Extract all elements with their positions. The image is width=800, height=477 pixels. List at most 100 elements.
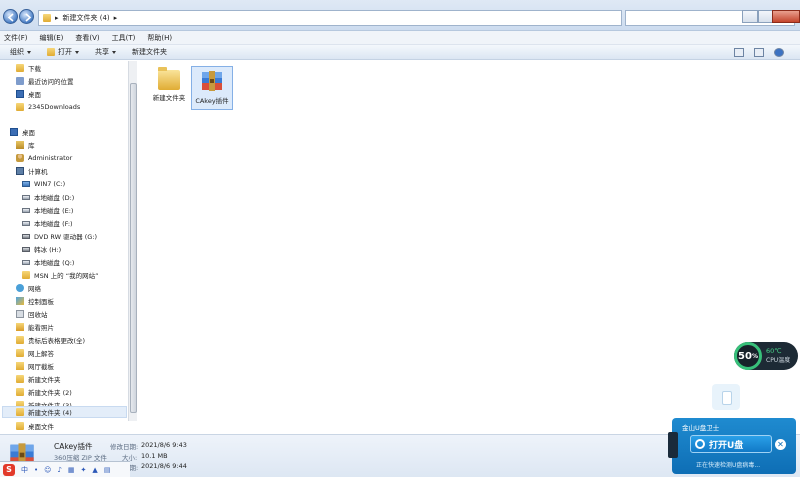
- nav-label: 桌面: [28, 91, 41, 99]
- nav-label: 计算机: [28, 168, 48, 176]
- ime-emoji-icon[interactable]: ☺: [44, 466, 51, 474]
- nav-computer[interactable]: 计算机: [16, 165, 48, 177]
- forward-button[interactable]: [19, 9, 34, 24]
- nav-administrator[interactable]: Administrator: [16, 152, 72, 164]
- ime-toolbar: S 中 • ☺ ♪ ▦ ✦ ▲ ▤: [0, 461, 130, 477]
- nav-new-folder[interactable]: 新建文件夹: [16, 373, 61, 385]
- hard-drive-icon: [22, 207, 30, 213]
- back-button[interactable]: [3, 9, 18, 24]
- control-panel-icon: [16, 297, 24, 305]
- command-bar: 组织 打开 共享 新建文件夹: [0, 45, 800, 60]
- nav-2345downloads[interactable]: 2345Downloads: [16, 101, 80, 113]
- nav-label: 能看照片: [28, 324, 54, 332]
- download-folder-icon: [16, 64, 24, 72]
- ime-language[interactable]: 中: [21, 465, 28, 475]
- nav-label: 网厅截板: [28, 363, 54, 371]
- nav-drive-q[interactable]: 本地磁盘 (Q:): [22, 256, 74, 268]
- usb-guard-popup: 金山U盘卫士 打开U盘 ✕ 正在快速检测U盘病毒...: [668, 418, 796, 474]
- address-path[interactable]: 新建文件夹 (4): [63, 13, 110, 23]
- nav-label: 网上解答: [28, 350, 54, 358]
- ime-menu-icon[interactable]: ▤: [104, 466, 111, 474]
- new-folder-button[interactable]: 新建文件夹: [132, 47, 167, 57]
- sogou-logo-icon[interactable]: S: [3, 463, 15, 476]
- nav-drive-f[interactable]: 本地磁盘 (F:): [22, 217, 73, 229]
- minimize-button[interactable]: [742, 10, 758, 23]
- view-options-icon[interactable]: [734, 48, 744, 57]
- cpu-usage-unit: %: [751, 352, 758, 360]
- folder-icon: [16, 422, 24, 430]
- nav-drive-d[interactable]: 本地磁盘 (D:): [22, 191, 74, 203]
- menu-file[interactable]: 文件(F): [4, 33, 28, 43]
- nav-drive-e[interactable]: 本地磁盘 (E:): [22, 204, 73, 216]
- address-separator-end: ▸: [113, 14, 118, 22]
- nav-network[interactable]: 网络: [16, 282, 41, 294]
- popup-status: 正在快速检测U盘病毒...: [696, 462, 761, 469]
- menu-help[interactable]: 帮助(H): [147, 33, 172, 43]
- nav-downloads[interactable]: 下载: [16, 62, 41, 74]
- organize-button[interactable]: 组织: [10, 47, 31, 57]
- nav-label: 桌面文件: [28, 423, 54, 431]
- nav-folder-photos[interactable]: 能看照片: [16, 321, 54, 333]
- menu-bar: 文件(F) 编辑(E) 查看(V) 工具(T) 帮助(H): [0, 31, 800, 45]
- scrollbar-thumb[interactable]: [130, 83, 137, 413]
- detail-name: CAkey插件: [54, 442, 93, 451]
- nav-desktop-root[interactable]: 桌面: [10, 126, 35, 138]
- ime-toolbox-icon[interactable]: ✦: [81, 466, 87, 474]
- file-item-folder[interactable]: 新建文件夹: [148, 66, 190, 110]
- folder-icon: [22, 271, 30, 279]
- nav-label: 新建文件夹 (2): [28, 389, 72, 397]
- menu-tools[interactable]: 工具(T): [112, 33, 136, 43]
- nav-folder-answers[interactable]: 网上解答: [16, 347, 54, 359]
- usb-plug-icon: [668, 432, 678, 458]
- menu-view[interactable]: 查看(V): [75, 33, 99, 43]
- ime-voice-icon[interactable]: ♪: [57, 466, 61, 474]
- nav-new-folder-4[interactable]: 新建文件夹 (4): [2, 406, 127, 418]
- nav-label: 新建文件夹: [28, 376, 61, 384]
- desktop-icon: [16, 90, 24, 98]
- share-label: 共享: [95, 48, 109, 56]
- folder-icon: [16, 323, 24, 331]
- folder-icon: [16, 103, 24, 111]
- nav-drive-c[interactable]: WIN7 (C:): [22, 178, 65, 190]
- ime-keyboard-icon[interactable]: ▦: [68, 466, 75, 474]
- help-icon[interactable]: [774, 48, 784, 57]
- share-button[interactable]: 共享: [95, 47, 116, 57]
- nav-folder-table[interactable]: 贵标后表格更改(全): [16, 334, 85, 346]
- cpu-monitor-widget[interactable]: 50% 60℃ CPU温度: [734, 342, 798, 370]
- nav-control-panel[interactable]: 控制面板: [16, 295, 54, 307]
- open-button[interactable]: 打开: [47, 47, 79, 57]
- nav-library[interactable]: 库: [16, 139, 35, 151]
- recycle-bin-icon: [16, 310, 24, 318]
- nav-new-folder-2[interactable]: 新建文件夹 (2): [16, 386, 72, 398]
- ime-punctuation-icon[interactable]: •: [34, 466, 38, 474]
- nav-scrollbar[interactable]: [128, 61, 137, 421]
- nav-desktop-files[interactable]: 桌面文件: [16, 420, 54, 432]
- hard-drive-icon: [22, 194, 30, 200]
- folder-icon: [16, 375, 24, 383]
- nav-desktop-fav[interactable]: 桌面: [16, 88, 41, 100]
- nav-msn-site[interactable]: MSN 上的 “我的网站”: [22, 269, 98, 281]
- nav-label: 本地磁盘 (Q:): [34, 259, 75, 267]
- ime-skin-icon[interactable]: ▲: [92, 466, 97, 474]
- nav-drive-g[interactable]: DVD RW 驱动器 (G:): [22, 230, 97, 242]
- folder-icon: [16, 362, 24, 370]
- open-usb-button[interactable]: 打开U盘: [690, 435, 772, 453]
- address-bar[interactable]: ▸ 新建文件夹 (4) ▸: [38, 10, 622, 26]
- nav-recycle-bin[interactable]: 回收站: [16, 308, 48, 320]
- desktop-icon: [10, 128, 18, 136]
- menu-edit[interactable]: 编辑(E): [40, 33, 64, 43]
- nav-recent[interactable]: 最近访问的位置: [16, 75, 74, 87]
- file-item-cakey[interactable]: CAkey插件: [191, 66, 233, 110]
- nav-drive-h[interactable]: 韩冰 (H:): [22, 243, 61, 255]
- chevron-down-icon: [112, 50, 116, 54]
- usb-drive-icon[interactable]: [712, 384, 740, 410]
- preview-pane-icon[interactable]: [754, 48, 764, 57]
- nav-folder-hall[interactable]: 网厅截板: [16, 360, 54, 372]
- close-button[interactable]: [772, 10, 800, 23]
- nav-label: 新建文件夹 (4): [28, 409, 72, 417]
- new-folder-label: 新建文件夹: [132, 48, 167, 56]
- scan-ring-icon: [695, 439, 705, 449]
- winrar-archive-icon: [202, 71, 222, 91]
- close-icon[interactable]: ✕: [775, 439, 786, 450]
- computer-icon: [16, 167, 24, 175]
